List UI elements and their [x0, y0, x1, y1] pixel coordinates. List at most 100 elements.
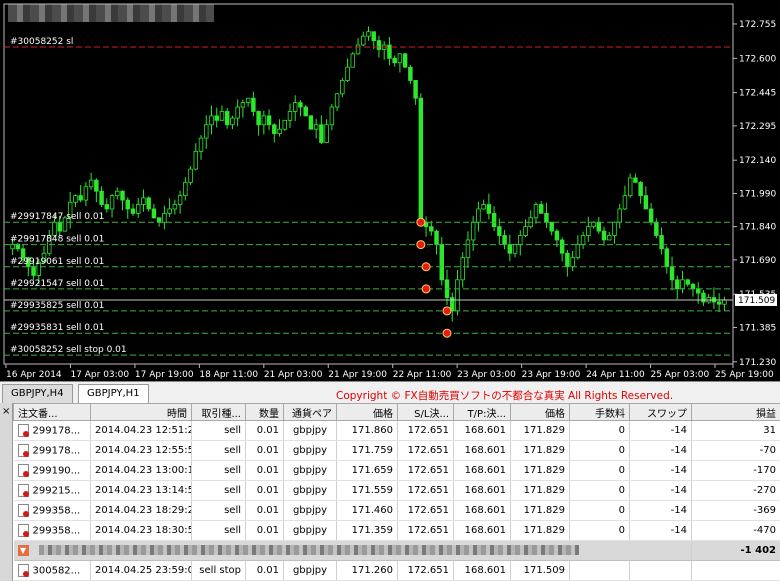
cell-symbol: gbpjpy — [283, 480, 337, 501]
cell-swap — [629, 560, 692, 581]
candle-body — [685, 279, 690, 285]
cell-tp: 168.601 — [453, 420, 511, 441]
candle-body — [319, 124, 324, 143]
time-tick-label: 23 Apr 19:00 — [522, 370, 581, 380]
candle-body — [151, 208, 157, 219]
cell-profit: -270 — [691, 480, 780, 501]
candle-body — [701, 292, 706, 303]
col-symbol[interactable]: 通貨ペア — [283, 403, 337, 421]
price-tick-label: 172.445 — [739, 89, 776, 99]
table-row[interactable]: 299215... 2014.04.23 13:14:50 sell 0.01 gbpj… — [13, 480, 780, 501]
table-row[interactable]: 299358... 2014.04.23 18:29:20 sell 0.01 gbpj… — [13, 500, 780, 521]
time-tick-label: 23 Apr 03:00 — [457, 370, 516, 380]
candle-body — [429, 226, 434, 232]
cell-symbol: gbpjpy — [283, 500, 337, 521]
candle-body — [130, 208, 136, 214]
total-profit: -1 402 — [691, 540, 780, 561]
candle-body — [371, 31, 376, 41]
candle-body — [507, 243, 513, 254]
candle-body — [162, 212, 167, 223]
candle-body — [544, 212, 549, 223]
cell-time: 2014.04.23 13:14:50 — [90, 480, 192, 501]
candle-body — [245, 97, 251, 104]
table-row[interactable]: 299178... 2014.04.23 12:55:55 sell 0.01 gbpj… — [13, 440, 780, 461]
col-tp[interactable]: T/P:決... — [453, 403, 511, 421]
cell-swap: -14 — [629, 500, 692, 521]
candle-body — [135, 204, 141, 214]
candle-body — [586, 226, 591, 236]
candle-body — [94, 179, 99, 192]
ticket-text: 299358... — [32, 525, 81, 537]
col-current-price[interactable]: 価格 — [510, 403, 570, 421]
col-sl[interactable]: S/L決... — [397, 403, 454, 421]
candle-body — [402, 53, 408, 68]
cell-profit: -470 — [691, 520, 780, 541]
candle-body — [376, 40, 382, 50]
cell-commission — [569, 560, 630, 581]
candle-body — [664, 248, 670, 267]
candle-body — [413, 80, 418, 99]
col-profit[interactable]: 損益 — [691, 403, 780, 421]
cell-sl: 172.651 — [397, 440, 454, 461]
close-icon[interactable]: × — [2, 406, 10, 417]
col-type[interactable]: 取引種... — [191, 403, 246, 421]
cell-commission: 0 — [569, 500, 630, 521]
candle-body — [502, 235, 507, 245]
price-tick-label: 172.600 — [739, 54, 776, 64]
candle-body — [680, 279, 685, 290]
candle-body — [292, 102, 298, 112]
cell-size: 0.01 — [245, 480, 284, 501]
candle-body — [198, 137, 204, 152]
cell-swap: -14 — [629, 460, 692, 481]
cell-sl: 172.651 — [397, 560, 454, 581]
cell-type: sell — [191, 480, 246, 501]
col-price[interactable]: 価格 — [336, 403, 398, 421]
cell-ticket: 299358... — [13, 500, 91, 521]
candle-body — [601, 230, 607, 241]
table-row[interactable]: 299358... 2014.04.23 18:30:59 sell 0.01 gbpj… — [13, 520, 780, 541]
candle-body — [549, 221, 554, 232]
cell-type: sell — [191, 460, 246, 481]
candle-body — [313, 124, 319, 130]
cell-sl: 172.651 — [397, 480, 454, 501]
col-ticket[interactable]: 注文番... — [13, 403, 91, 421]
price-tick-label: 171.230 — [739, 358, 776, 368]
candle-body — [109, 195, 115, 210]
price-tick-label: 171.990 — [739, 189, 776, 199]
cell-size: 0.01 — [245, 520, 284, 541]
order-line-label: #30058252 sell stop 0.01 — [10, 345, 127, 355]
table-row[interactable]: 299178... 2014.04.23 12:51:22 sell 0.01 gbpj… — [13, 420, 780, 441]
candle-body — [355, 44, 361, 55]
cell-tp: 168.601 — [453, 460, 511, 481]
time-tick-label: 21 Apr 03:00 — [264, 370, 323, 380]
candle-body — [156, 217, 162, 223]
cell-commission: 0 — [569, 520, 630, 541]
cell-price: 171.260 — [336, 560, 398, 581]
cell-type: sell — [191, 420, 246, 441]
table-row[interactable]: 300582... 2014.04.25 23:59:01 sell stop 0.0… — [13, 560, 780, 581]
col-swap[interactable]: スワップ — [629, 403, 692, 421]
table-row[interactable]: 299190... 2014.04.23 13:00:16 sell 0.01 gbpj… — [13, 460, 780, 481]
col-commission[interactable]: 手数料 — [569, 403, 630, 421]
order-line-label: #29919061 sell 0.01 — [10, 257, 104, 267]
cell-price: 171.559 — [336, 480, 398, 501]
candle-body — [465, 239, 471, 259]
trade-marker — [442, 306, 452, 316]
cell-profit: -70 — [691, 440, 780, 461]
cell-symbol: gbpjpy — [283, 520, 337, 541]
candle-body — [287, 111, 293, 121]
candle-body — [282, 119, 287, 130]
chart-tabs-bar: GBPJPY,H4 GBPJPY,H1 Copyright © FX自動売買ソフ… — [0, 381, 780, 404]
cell-price: 171.659 — [336, 460, 398, 481]
col-time[interactable]: 時間 — [90, 403, 192, 421]
tab-gbpjpy-h1[interactable]: GBPJPY,H1 — [78, 384, 149, 404]
col-size[interactable]: 数量 — [245, 403, 284, 421]
tab-gbpjpy-h4[interactable]: GBPJPY,H4 — [2, 384, 73, 403]
price-chart[interactable]: #30058252 sl #29917847 sell 0.01 #29917848… — [0, 0, 780, 381]
cell-symbol: gbpjpy — [283, 440, 337, 461]
cell-time: 2014.04.23 12:55:55 — [90, 440, 192, 461]
candle-body — [418, 97, 424, 223]
candle-body — [146, 197, 151, 210]
order-icon — [17, 424, 29, 437]
trade-marker — [416, 240, 426, 250]
